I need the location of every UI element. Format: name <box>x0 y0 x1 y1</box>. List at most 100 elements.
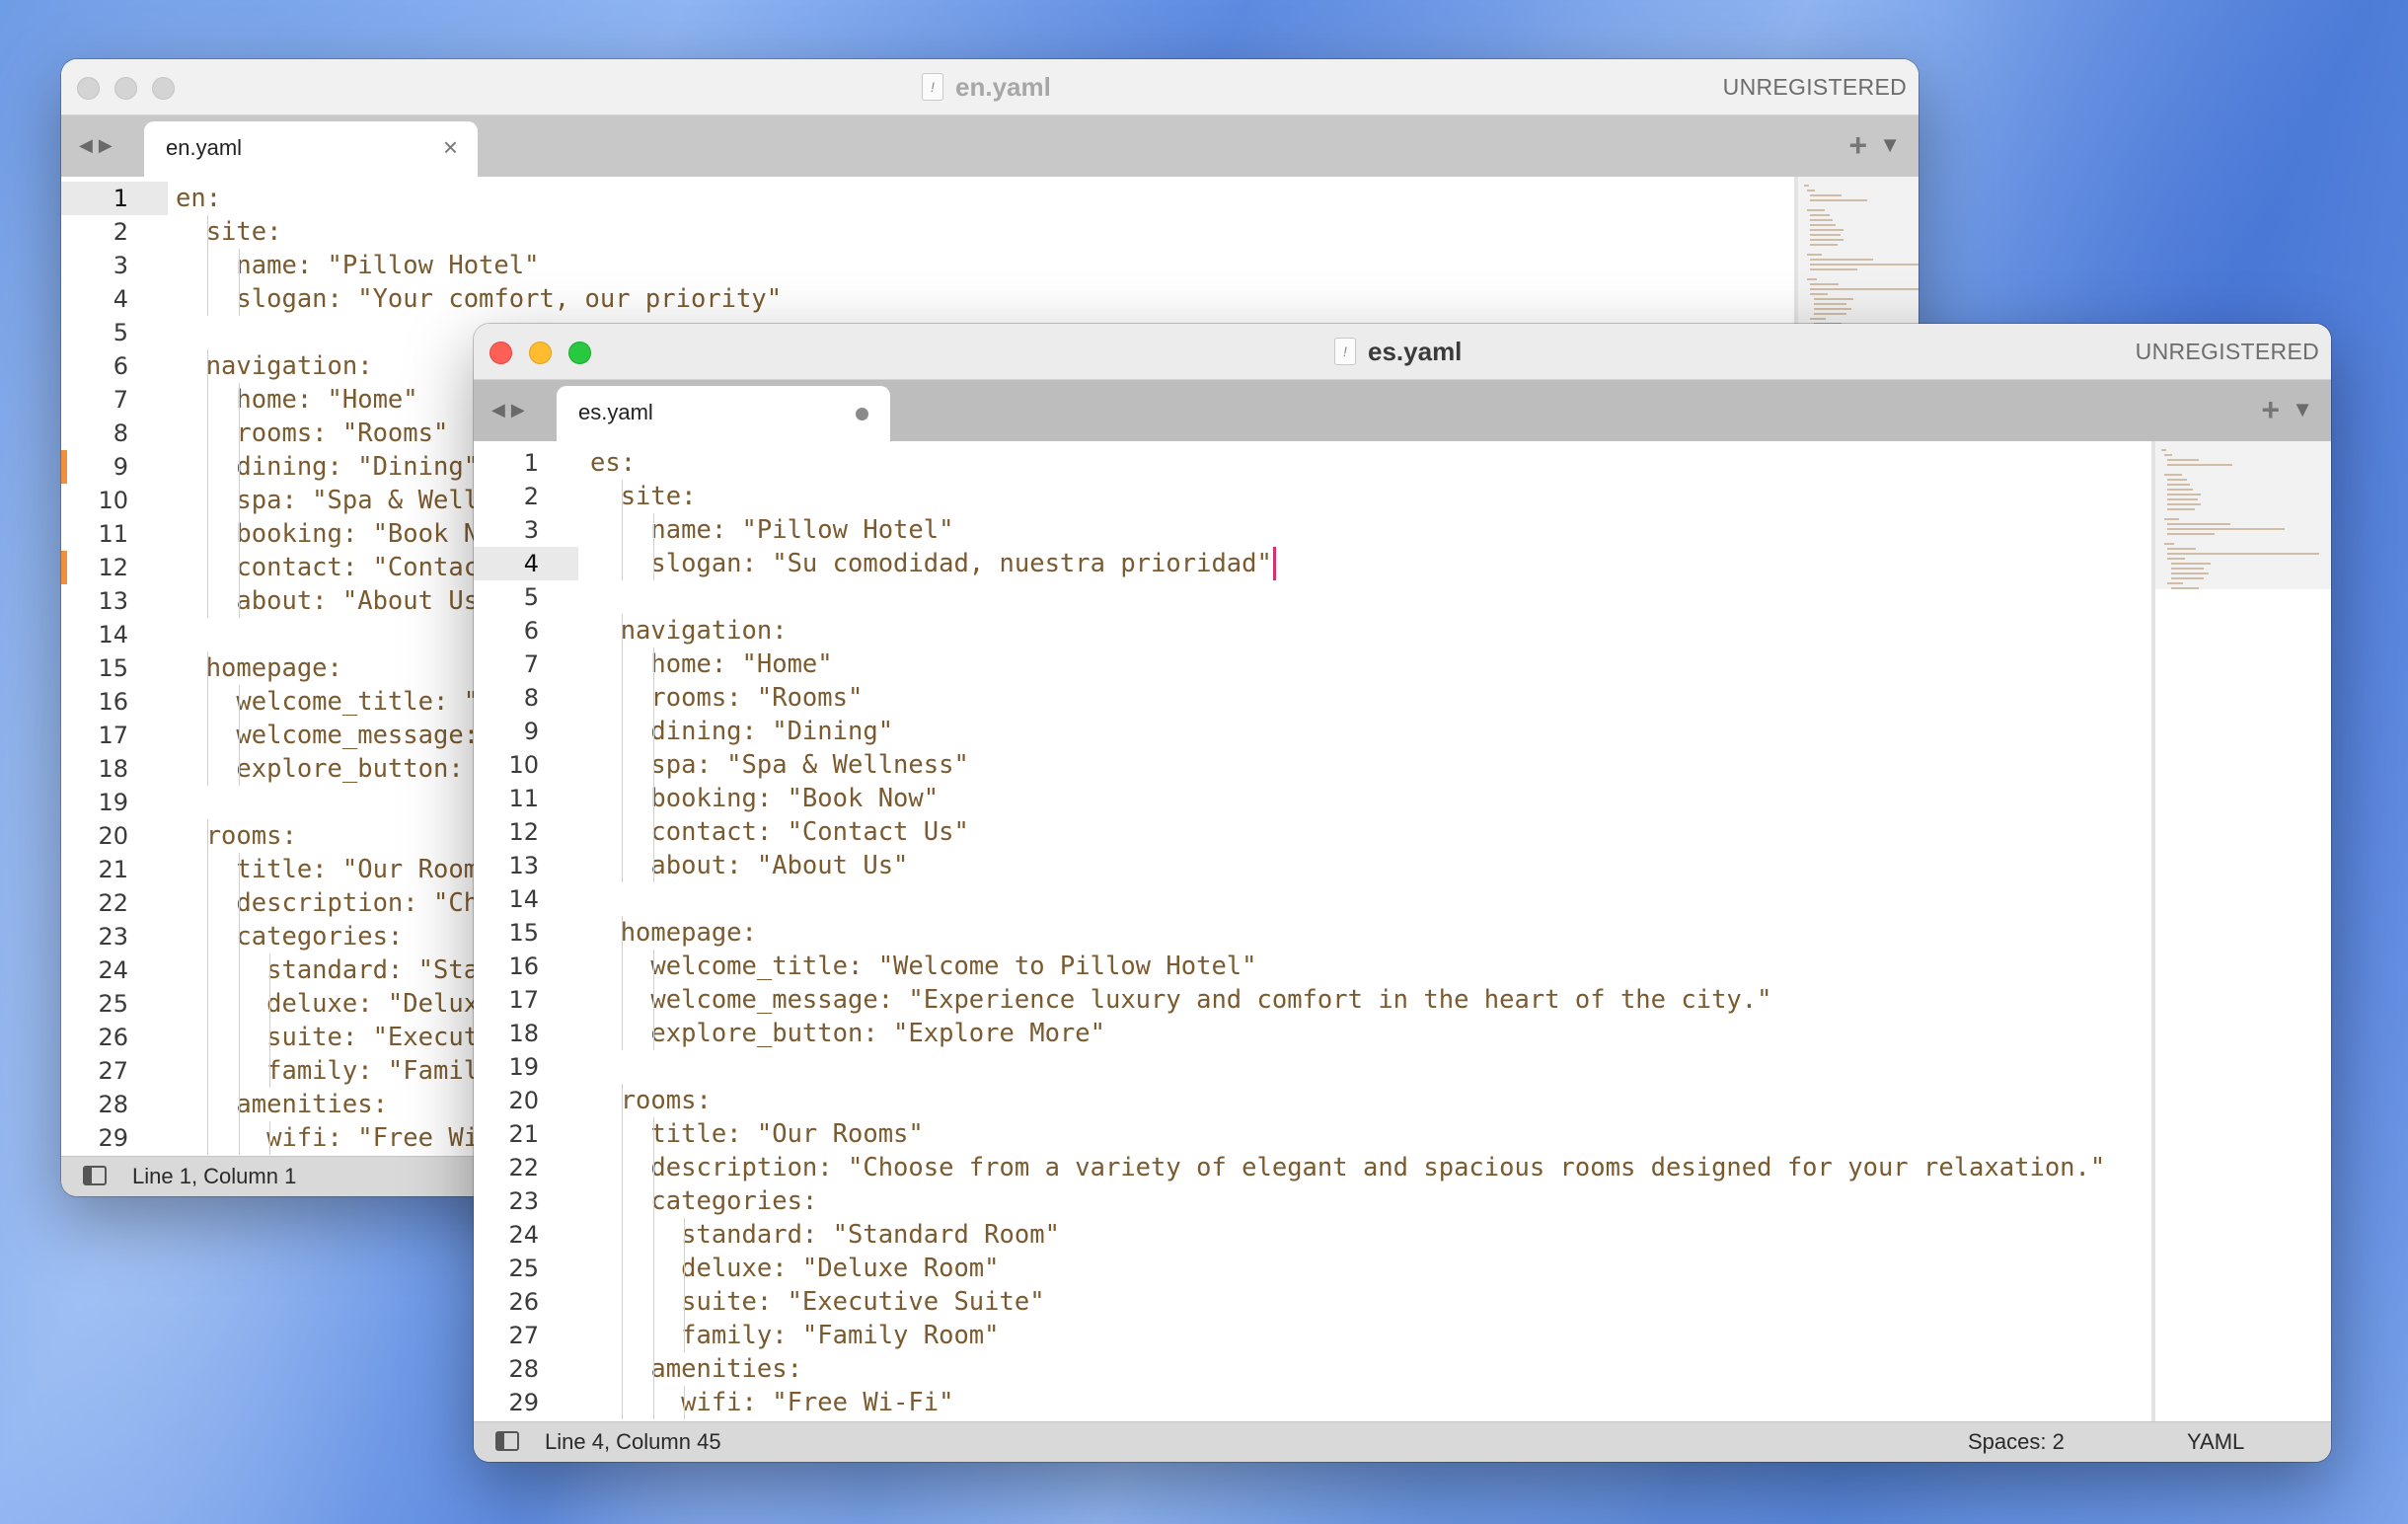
code-line[interactable]: navigation: <box>176 349 373 383</box>
tab-en-yaml[interactable]: en.yaml × <box>144 121 478 177</box>
code-line[interactable]: explore_button: "Explore More" <box>590 1017 1105 1050</box>
code-line[interactable]: name: "Pillow Hotel" <box>176 249 539 282</box>
code-line[interactable]: dining: "Dining" <box>176 450 479 484</box>
toggle-sidebar-icon[interactable] <box>83 1166 107 1185</box>
code-line[interactable]: spa: "Spa & Wellness" <box>590 748 968 782</box>
code-line[interactable]: title: "Our Rooms" <box>176 853 508 886</box>
tab-history-arrows[interactable]: ◀▶ <box>491 400 531 420</box>
indent-guide <box>269 1054 270 1088</box>
syntax-selector[interactable]: YAML <box>2187 1429 2244 1455</box>
code-line[interactable]: homepage: <box>176 651 342 685</box>
code-line[interactable]: categories: <box>176 920 403 953</box>
line-number: 2 <box>113 218 128 246</box>
indent-guide <box>238 484 240 517</box>
new-tab-plus-icon[interactable]: + <box>1848 127 1867 164</box>
code-line[interactable]: suite: "Executive Suite" <box>590 1285 1044 1319</box>
tab-close-icon[interactable]: × <box>443 132 458 163</box>
title-bar[interactable]: ! es.yaml UNREGISTERED <box>474 324 2331 380</box>
code-line[interactable]: home: "Home" <box>176 383 417 417</box>
minimap-line <box>2167 558 2185 560</box>
code-line[interactable]: about: "About Us" <box>176 584 493 618</box>
code-line[interactable]: welcome_message: "Experience luxury and … <box>590 983 1771 1017</box>
forward-arrow-icon[interactable]: ▶ <box>511 400 531 419</box>
code-line[interactable]: site: <box>590 480 697 513</box>
code-line[interactable]: title: "Our Rooms" <box>590 1117 923 1151</box>
indent-guide <box>652 782 654 815</box>
tab-es-yaml[interactable]: es.yaml <box>557 386 890 441</box>
minimize-window-button[interactable] <box>114 77 137 100</box>
code-line[interactable]: rooms: <box>590 1084 712 1117</box>
cursor-position[interactable]: Line 4, Column 45 <box>545 1429 721 1455</box>
code-line[interactable]: booking: "Book Now" <box>176 517 524 551</box>
code-line[interactable]: description: "Choose from a variety of e… <box>590 1151 2105 1184</box>
toggle-sidebar-icon[interactable] <box>495 1431 519 1451</box>
line-number: 9 <box>523 718 539 745</box>
minimap-line <box>2167 498 2198 500</box>
line-number: 21 <box>508 1120 539 1148</box>
code-line[interactable]: rooms: "Rooms" <box>590 681 863 715</box>
indentation-setting[interactable]: Spaces: 2 <box>1968 1429 2065 1455</box>
code-line[interactable]: contact: "Contact Us" <box>590 815 968 849</box>
code-line[interactable]: standard: "Standard Room" <box>590 1218 1060 1252</box>
code-editor[interactable]: 1 2 3 4 5 6 7 8 9 10 11 12 13 14 15 16 17 18 19 20 21 22 23 24 2… <box>474 441 2331 1421</box>
code-line[interactable]: slogan: "Your comfort, our priority" <box>176 282 782 316</box>
code-line[interactable]: family: "Family Room" <box>590 1319 999 1352</box>
code-line[interactable]: rooms: <box>176 819 297 853</box>
indent-guide <box>622 1386 623 1419</box>
minimize-window-button[interactable] <box>529 342 552 364</box>
indent-guide <box>269 953 270 987</box>
title-bar[interactable]: ! en.yaml UNREGISTERED <box>61 59 1919 115</box>
close-window-button[interactable] <box>77 77 100 100</box>
zoom-window-button[interactable] <box>152 77 175 100</box>
line-number: 24 <box>98 956 128 984</box>
code-line[interactable]: es: <box>590 446 636 480</box>
line-number: 12 <box>98 554 128 581</box>
code-line[interactable]: wifi: "Free Wi-Fi" <box>590 1386 953 1419</box>
indent-guide <box>622 916 623 950</box>
line-number: 27 <box>508 1322 539 1349</box>
zoom-window-button[interactable] <box>568 342 591 364</box>
back-arrow-icon[interactable]: ◀ <box>79 135 99 155</box>
indent-guide <box>207 282 208 316</box>
code-line[interactable]: name: "Pillow Hotel" <box>590 513 953 547</box>
code-line[interactable]: dining: "Dining" <box>590 715 893 748</box>
tab-menu-chevron-down-icon[interactable]: ▼ <box>2292 397 2313 422</box>
line-number: 23 <box>508 1187 539 1215</box>
line-number: 6 <box>113 352 128 380</box>
code-line[interactable]: booking: "Book Now" <box>590 782 939 815</box>
tab-menu-chevron-down-icon[interactable]: ▼ <box>1879 132 1901 158</box>
line-number: 19 <box>98 789 128 816</box>
code-line[interactable]: homepage: <box>590 916 757 950</box>
tab-history-arrows[interactable]: ◀▶ <box>79 135 118 156</box>
line-number: 28 <box>98 1091 128 1118</box>
code-line[interactable]: en: <box>176 182 221 215</box>
close-window-button[interactable] <box>489 342 512 364</box>
indent-guide <box>652 1184 654 1218</box>
code-line[interactable]: categories: <box>590 1184 817 1218</box>
code-line[interactable]: about: "About Us" <box>590 849 908 882</box>
code-line[interactable]: site: <box>176 215 282 249</box>
new-tab-plus-icon[interactable]: + <box>2261 392 2280 428</box>
cursor-position[interactable]: Line 1, Column 1 <box>132 1164 296 1189</box>
code-line[interactable]: rooms: "Rooms" <box>176 417 448 450</box>
indent-guide <box>207 450 208 484</box>
indent-guide <box>684 1319 685 1352</box>
es-yaml-window[interactable]: ! es.yaml UNREGISTERED ◀▶ es.yaml + ▼ 12… <box>474 324 2331 1462</box>
line-number-gutter[interactable]: 1 2 3 4 5 6 7 8 9 10 11 12 13 14 15 16 17 18 19 20 21 22 23 24 2… <box>474 441 578 1421</box>
code-line[interactable]: navigation: <box>590 614 788 648</box>
indent-guide <box>207 853 208 886</box>
code-line[interactable]: welcome_title: "Welcome to Pillow Hotel" <box>590 950 1256 983</box>
back-arrow-icon[interactable]: ◀ <box>491 400 511 419</box>
unsaved-dot-icon[interactable] <box>856 408 868 420</box>
modified-line-marker <box>61 551 67 584</box>
line-number: 13 <box>98 587 128 615</box>
line-number-gutter[interactable]: 1 2 3 4 5 6 7 8 9 10 11 12 13 14 15 16 17 18 19 20 21 22 23 24 2… <box>61 177 168 1156</box>
minimap[interactable] <box>2151 441 2331 1421</box>
forward-arrow-icon[interactable]: ▶ <box>99 135 118 155</box>
line-number: 22 <box>508 1154 539 1181</box>
unregistered-label: UNREGISTERED <box>1722 74 1907 100</box>
code-line[interactable]: slogan: "Su comodidad, nuestra prioridad… <box>590 547 1271 580</box>
code-line[interactable]: deluxe: "Deluxe Room" <box>590 1252 999 1285</box>
code-line[interactable]: home: "Home" <box>590 648 832 681</box>
indent-guide <box>684 1252 685 1285</box>
